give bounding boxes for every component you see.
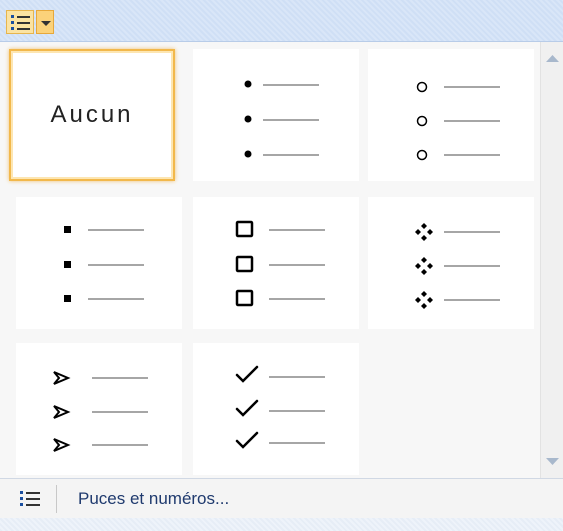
- bullet-list-icon[interactable]: [6, 10, 34, 34]
- scroll-down-arrow-icon: [546, 458, 559, 465]
- scroll-up-arrow-icon: [546, 55, 559, 62]
- gallery-scrollbar[interactable]: [540, 42, 563, 478]
- scrollbar-arrows: [546, 55, 559, 465]
- bullet-option-hollow-circle[interactable]: [368, 49, 534, 181]
- checkmark-bullet-icon: [235, 365, 325, 449]
- bullets-toolbar: [0, 0, 563, 42]
- bullets-numbering-footer[interactable]: Puces et numéros...: [0, 478, 563, 518]
- bullet-option-four-diamond[interactable]: [368, 197, 534, 329]
- bullet-list-icon: [18, 487, 44, 516]
- none-label: Aucun: [50, 101, 134, 128]
- filled-dot-bullet-icon: [244, 80, 319, 158]
- bullets-and-numbering-link[interactable]: Puces et numéros...: [78, 489, 229, 509]
- bullet-option-none[interactable]: Aucun: [9, 49, 175, 181]
- bullet-option-filled-square[interactable]: [16, 197, 182, 329]
- bullet-option-checkmark[interactable]: [193, 343, 359, 475]
- bullet-option-hollow-square[interactable]: [193, 197, 359, 329]
- four-diamond-bullet-icon: [415, 223, 500, 309]
- arrowhead-bullet-icon: [53, 371, 148, 452]
- hollow-square-bullet-icon: [235, 220, 325, 307]
- hollow-circle-bullet-icon: [416, 81, 500, 161]
- bullet-option-arrowhead[interactable]: [16, 343, 182, 475]
- bottom-strip: [0, 518, 563, 531]
- bullet-library-gallery: Aucun: [0, 42, 540, 478]
- footer-separator: [56, 485, 57, 513]
- dropdown-arrow-icon[interactable]: [36, 10, 54, 34]
- bullet-option-filled-dot[interactable]: [193, 49, 359, 181]
- filled-square-bullet-icon: [64, 226, 144, 302]
